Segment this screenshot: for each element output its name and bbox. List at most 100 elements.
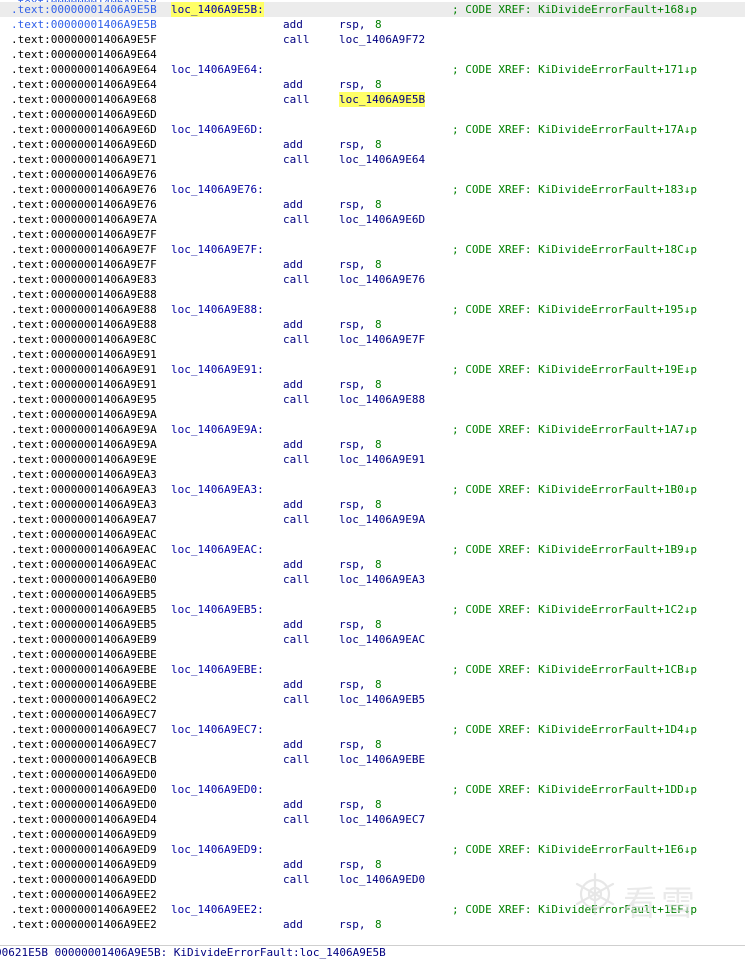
address[interactable]: .text:00000001406A9E9E [11, 452, 157, 467]
listing-row[interactable]: .text:00000001406A9E64 [0, 47, 745, 62]
listing-row[interactable]: .text:00000001406A9EA7 call loc_1406A9E9A [0, 512, 745, 527]
listing-row[interactable]: .text:00000001406A9EC7 add rsp, 8 [0, 737, 745, 752]
listing-row[interactable]: .text:00000001406A9E83 call loc_1406A9E76 [0, 272, 745, 287]
listing-row[interactable]: .text:00000001406A9E88 loc_1406A9E88: ; CO… [0, 302, 745, 317]
instruction-operand[interactable]: loc_1406A9E88 [339, 392, 425, 407]
listing-row[interactable]: .text:00000001406A9E6D [0, 107, 745, 122]
listing-row[interactable]: .text:00000001406A9E91 [0, 347, 745, 362]
instruction-operand[interactable]: rsp, 8 [339, 797, 382, 812]
listing-row[interactable]: .text:00000001406A9EB5 [0, 587, 745, 602]
code-label[interactable]: loc_1406A9E5B: [171, 2, 264, 17]
address[interactable]: .text:00000001406A9ECB [11, 752, 157, 767]
instruction-operand[interactable]: rsp, 8 [339, 197, 382, 212]
xref-comment[interactable]: ; CODE XREF: KiDivideErrorFault+1EF↓p [452, 902, 697, 917]
listing-row[interactable]: .text:00000001406A9EC7 [0, 707, 745, 722]
address[interactable]: .text:00000001406A9E76 [11, 197, 157, 212]
code-label[interactable]: loc_1406A9EE2: [171, 902, 264, 917]
address[interactable]: .text:00000001406A9EB5 [11, 587, 157, 602]
xref-comment[interactable]: ; CODE XREF: KiDivideErrorFault+18C↓p [452, 242, 697, 257]
listing-row[interactable]: .text:00000001406A9ED9 [0, 827, 745, 842]
xref-comment[interactable]: ; CODE XREF: KiDivideErrorFault+1D4↓p [452, 722, 697, 737]
address[interactable]: .text:00000001406A9EA3 [11, 482, 157, 497]
listing-row[interactable]: .text:00000001406A9ED0 [0, 767, 745, 782]
address[interactable]: .text:00000001406A9EAC [11, 542, 157, 557]
instruction-operand[interactable]: rsp, 8 [339, 257, 382, 272]
instruction-operand[interactable]: rsp, 8 [339, 137, 382, 152]
address[interactable]: .text:00000001406A9E9A [11, 422, 157, 437]
listing-row[interactable]: .text:00000001406A9E91 add rsp, 8 [0, 377, 745, 392]
address[interactable]: .text:00000001406A9E91 [11, 347, 157, 362]
address[interactable]: .text:00000001406A9EA3 [11, 497, 157, 512]
listing-row[interactable]: .text:00000001406A9E9E call loc_1406A9E91 [0, 452, 745, 467]
address[interactable]: .text:00000001406A9ED9 [11, 842, 157, 857]
listing-row[interactable]: .text:00000001406A9EA3 [0, 467, 745, 482]
listing-row[interactable]: .text:00000001406A9E7A call loc_1406A9E6D [0, 212, 745, 227]
listing-row[interactable]: .text:00000001406A9EE2 loc_1406A9EE2: ; CO… [0, 902, 745, 917]
address[interactable]: .text:00000001406A9E7A [11, 212, 157, 227]
address[interactable]: .text:00000001406A9E64 [11, 47, 157, 62]
instruction-operand[interactable]: rsp, 8 [339, 77, 382, 92]
listing-row-current[interactable]: .text:00000001406A9E5B loc_1406A9E5B: ; CO… [0, 2, 745, 17]
address[interactable]: .text:00000001406A9E76 [11, 182, 157, 197]
xref-comment[interactable]: ; CODE XREF: KiDivideErrorFault+1E6↓p [452, 842, 697, 857]
listing-row[interactable]: .text:00000001406A9E5F call loc_1406A9F72 [0, 32, 745, 47]
listing-row[interactable]: .text:00000001406A9E9A add rsp, 8 [0, 437, 745, 452]
listing-row[interactable]: .text:00000001406A9E76 add rsp, 8 [0, 197, 745, 212]
address[interactable]: .text:00000001406A9ED0 [11, 767, 157, 782]
address[interactable]: .text:00000001406A9E6D [11, 137, 157, 152]
instruction-operand[interactable]: loc_1406A9E91 [339, 452, 425, 467]
listing-row[interactable]: .text:00000001406A9EDD call loc_1406A9ED0 [0, 872, 745, 887]
instruction-operand[interactable]: loc_1406A9E5B [339, 92, 426, 107]
listing-row[interactable]: .text:00000001406A9E6D loc_1406A9E6D: ; CO… [0, 122, 745, 137]
instruction-operand[interactable]: rsp, 8 [339, 317, 382, 332]
xref-comment[interactable]: ; CODE XREF: KiDivideErrorFault+168↓p [452, 2, 697, 17]
listing-row[interactable]: .text:00000001406A9EB0 call loc_1406A9EA3 [0, 572, 745, 587]
code-label[interactable]: loc_1406A9EB5: [171, 602, 264, 617]
address[interactable]: .text:00000001406A9EDD [11, 872, 157, 887]
instruction-operand[interactable]: rsp, 8 [339, 677, 382, 692]
listing-row[interactable]: .text:00000001406A9EC2 call loc_1406A9EB5 [0, 692, 745, 707]
address[interactable]: .text:00000001406A9ED9 [11, 827, 157, 842]
code-label[interactable]: loc_1406A9EA3: [171, 482, 264, 497]
address[interactable]: .text:00000001406A9EA7 [11, 512, 157, 527]
address[interactable]: .text:00000001406A9E9A [11, 407, 157, 422]
xref-comment[interactable]: ; CODE XREF: KiDivideErrorFault+1A7↓p [452, 422, 697, 437]
instruction-operand[interactable]: loc_1406A9EB5 [339, 692, 425, 707]
code-label[interactable]: loc_1406A9E64: [171, 62, 264, 77]
address[interactable]: .text:00000001406A9EE2 [11, 902, 157, 917]
listing-row[interactable]: .text:00000001406A9E64 loc_1406A9E64: ; CO… [0, 62, 745, 77]
instruction-operand[interactable]: loc_1406A9EA3 [339, 572, 425, 587]
code-label[interactable]: loc_1406A9ED9: [171, 842, 264, 857]
address[interactable]: .text:00000001406A9EA3 [11, 467, 157, 482]
xref-comment[interactable]: ; CODE XREF: KiDivideErrorFault+183↓p [452, 182, 697, 197]
code-label[interactable]: loc_1406A9ED0: [171, 782, 264, 797]
code-label[interactable]: loc_1406A9E88: [171, 302, 264, 317]
listing-row[interactable]: .text:00000001406A9E64 add rsp, 8 [0, 77, 745, 92]
listing-row[interactable]: .text:00000001406A9ED0 loc_1406A9ED0: ; CO… [0, 782, 745, 797]
address[interactable]: .text:00000001406A9EC7 [11, 737, 157, 752]
listing-row[interactable]: .text:00000001406A9E9A loc_1406A9E9A: ; CO… [0, 422, 745, 437]
instruction-operand[interactable]: rsp, 8 [339, 17, 382, 32]
address[interactable]: .text:00000001406A9ED0 [11, 797, 157, 812]
code-label[interactable]: loc_1406A9E7F: [171, 242, 264, 257]
xref-comment[interactable]: ; CODE XREF: KiDivideErrorFault+1CB↓p [452, 662, 697, 677]
listing-row[interactable]: .text:00000001406A9EAC add rsp, 8 [0, 557, 745, 572]
address[interactable]: .text:00000001406A9E7F [11, 257, 157, 272]
address[interactable]: .text:00000001406A9EC2 [11, 692, 157, 707]
address[interactable]: .text:00000001406A9E95 [11, 392, 157, 407]
address[interactable]: .text:00000001406A9E64 [11, 62, 157, 77]
code-label[interactable]: loc_1406A9E76: [171, 182, 264, 197]
disassembly-listing[interactable]: .text:00000001406A9E5B.text:00000001406A… [0, 0, 745, 945]
address[interactable]: .text:00000001406A9ED9 [11, 857, 157, 872]
address[interactable]: .text:00000001406A9E5F [11, 32, 157, 47]
instruction-operand[interactable]: rsp, 8 [339, 377, 382, 392]
instruction-operand[interactable]: loc_1406A9EC7 [339, 812, 425, 827]
instruction-operand[interactable]: loc_1406A9ED0 [339, 872, 425, 887]
listing-row[interactable]: .text:00000001406A9EB5 loc_1406A9EB5: ; CO… [0, 602, 745, 617]
address[interactable]: .text:00000001406A9EAC [11, 527, 157, 542]
code-label[interactable]: loc_1406A9EC7: [171, 722, 264, 737]
listing-row[interactable]: .text:00000001406A9EAC loc_1406A9EAC: ; CO… [0, 542, 745, 557]
address[interactable]: .text:00000001406A9EBE [11, 677, 157, 692]
instruction-operand[interactable]: rsp, 8 [339, 737, 382, 752]
address[interactable]: .text:00000001406A9E88 [11, 302, 157, 317]
